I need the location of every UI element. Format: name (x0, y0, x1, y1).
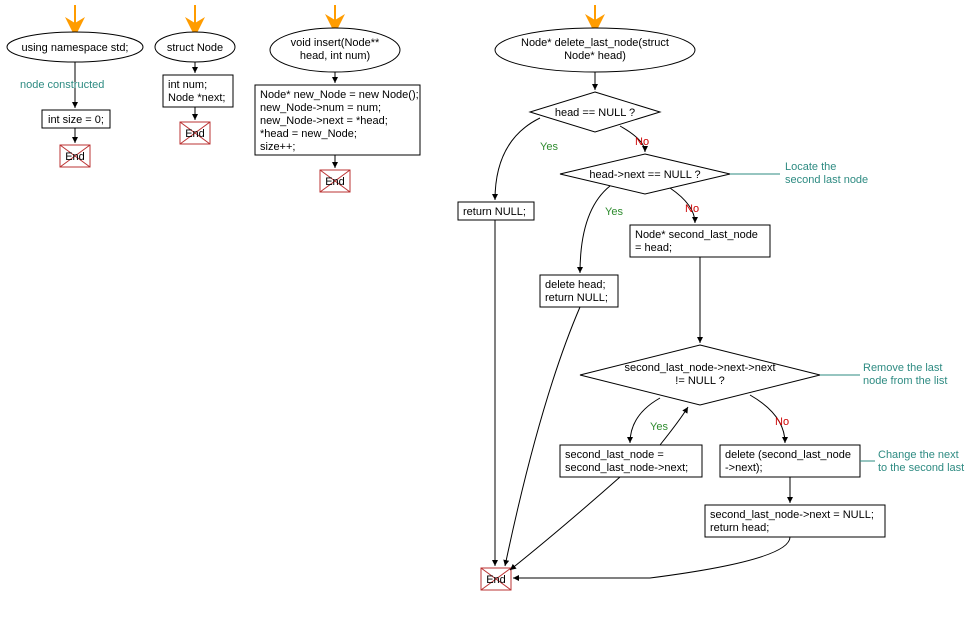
box-delete-head-l1: delete head; (545, 279, 606, 291)
box-return-null-label: return NULL; (463, 206, 526, 218)
end-label: End (486, 574, 506, 586)
decision-head-null-label: head == NULL ? (555, 107, 635, 119)
flow-col1: using namespace std; node constructed in… (7, 5, 143, 167)
box-insert-l1: Node* new_Node = new Node(); (260, 89, 419, 101)
comment-change-l1: Change the next (878, 449, 959, 461)
box-insert-l2: new_Node->num = num; (260, 102, 381, 114)
end-label: End (325, 176, 345, 188)
yes-label: Yes (605, 206, 623, 218)
box-struct-l1: int num; (168, 79, 207, 91)
ellipse-namespace-label: using namespace std; (21, 42, 128, 54)
ellipse-struct-node-label: struct Node (167, 42, 223, 54)
box-set-null-l1: second_last_node->next = NULL; (710, 509, 874, 521)
yes-label: Yes (650, 421, 668, 433)
flow-col3: void insert(Node** head, int num) Node* … (255, 5, 420, 192)
comment-remove-l1: Remove the last (863, 362, 942, 374)
decision-loop-l2: != NULL ? (675, 375, 724, 387)
edge-delhead-end (505, 307, 580, 566)
comment-change-l2: to the second last (878, 462, 964, 474)
box-delete-head-l2: return NULL; (545, 292, 608, 304)
box-delete-next-l2: ->next); (725, 462, 763, 474)
end-node-col1: End (60, 145, 90, 167)
edge-setnull-end (513, 537, 790, 578)
flow-col4: Node* delete_last_node(struct Node* head… (458, 5, 964, 590)
edge-advance-end (510, 477, 620, 570)
end-node-col2: End (180, 122, 210, 144)
flowchart-canvas: using namespace std; node constructed in… (0, 0, 967, 625)
ellipse-insert-l1: void insert(Node** (291, 37, 380, 49)
box-int-size-label: int size = 0; (48, 114, 104, 126)
box-advance-l1: second_last_node = (565, 449, 664, 461)
ellipse-delete-l2: Node* head) (564, 50, 626, 62)
no-label: No (775, 416, 789, 428)
edge-d1-yes (495, 118, 540, 200)
box-delete-next-l1: delete (second_last_node (725, 449, 851, 461)
box-advance-l2: second_last_node->next; (565, 462, 688, 474)
ellipse-insert-l2: head, int num) (300, 50, 370, 62)
end-node-col3: End (320, 170, 350, 192)
box-set-null-l2: return head; (710, 522, 769, 534)
edge-d2-yes (580, 186, 610, 273)
comment-remove-l2: node from the list (863, 375, 947, 387)
flow-col2: struct Node int num; Node *next; End (155, 5, 235, 144)
box-second-last-init-l2: = head; (635, 242, 672, 254)
box-insert-l3: new_Node->next = *head; (260, 115, 388, 127)
end-node-col4: End (481, 568, 511, 590)
no-label: No (635, 136, 649, 148)
decision-loop-l1: second_last_node->next->next (624, 362, 775, 374)
comment-locate-l2: second last node (785, 174, 868, 186)
yes-label: Yes (540, 141, 558, 153)
comment-node-constructed: node constructed (20, 79, 104, 91)
box-insert-l5: size++; (260, 141, 295, 153)
comment-locate-l1: Locate the (785, 161, 836, 173)
no-label: No (685, 203, 699, 215)
box-struct-l2: Node *next; (168, 92, 225, 104)
box-second-last-init-l1: Node* second_last_node (635, 229, 758, 241)
ellipse-delete-l1: Node* delete_last_node(struct (521, 37, 669, 49)
box-insert-l4: *head = new_Node; (260, 128, 357, 140)
end-label: End (65, 151, 85, 163)
end-label: End (185, 128, 205, 140)
decision-next-null-label: head->next == NULL ? (589, 169, 700, 181)
